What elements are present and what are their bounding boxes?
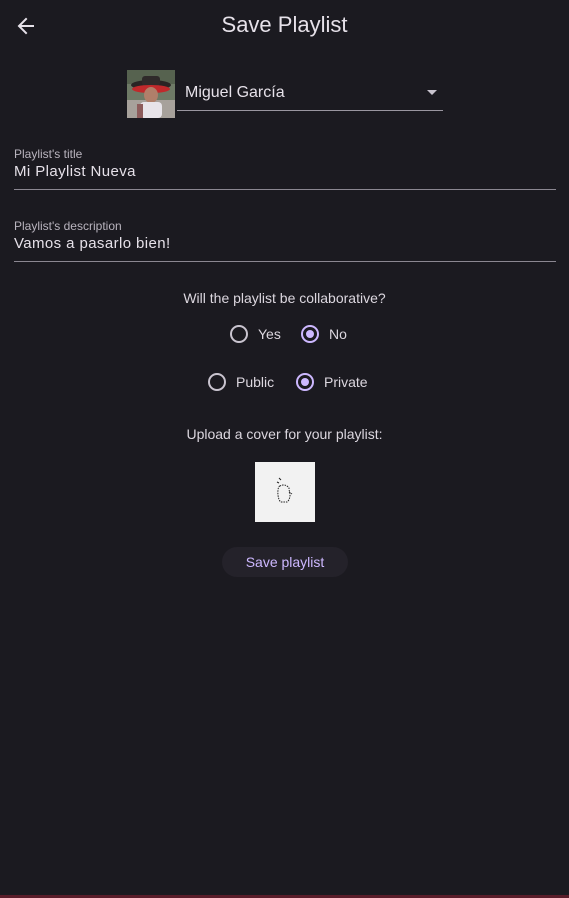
radio-checked-icon [301, 325, 319, 343]
collaborative-question: Will the playlist be collaborative? [183, 290, 386, 306]
radio-label-yes: Yes [258, 326, 281, 342]
radio-label-private: Private [324, 374, 368, 390]
account-selector-row: Miguel García [127, 70, 443, 118]
playlist-description-field[interactable]: Playlist's description Vamos a pasarlo b… [14, 219, 556, 262]
playlist-title-label: Playlist's title [14, 147, 83, 161]
radio-label-public: Public [236, 374, 275, 390]
caret-down-icon [427, 90, 437, 95]
avatar [127, 70, 175, 118]
radio-option-no[interactable]: No [301, 322, 347, 346]
upload-cover-button[interactable] [255, 462, 315, 522]
account-dropdown[interactable]: Miguel García [177, 70, 443, 111]
playlist-title-field[interactable]: Playlist's title Mi Playlist Nueva [14, 147, 556, 190]
radio-unchecked-icon [208, 373, 226, 391]
playlist-description-label: Playlist's description [14, 219, 122, 233]
radio-checked-icon [296, 373, 314, 391]
playlist-description-value: Vamos a pasarlo bien! [14, 235, 171, 252]
upload-cover-label: Upload a cover for your playlist: [186, 426, 383, 442]
upload-cover-icon [276, 477, 293, 503]
save-playlist-button[interactable]: Save playlist [222, 547, 348, 577]
radio-option-public[interactable]: Public [208, 370, 274, 394]
radio-unchecked-icon [230, 325, 248, 343]
user-avatar-image [127, 70, 175, 118]
playlist-title-value: Mi Playlist Nueva [14, 163, 136, 180]
account-name: Miguel García [185, 84, 285, 101]
radio-option-private[interactable]: Private [296, 370, 368, 394]
page-title: Save Playlist [221, 12, 348, 37]
radio-option-yes[interactable]: Yes [230, 322, 281, 346]
radio-label-no: No [329, 326, 347, 342]
app-bar: Save Playlist [0, 0, 569, 52]
